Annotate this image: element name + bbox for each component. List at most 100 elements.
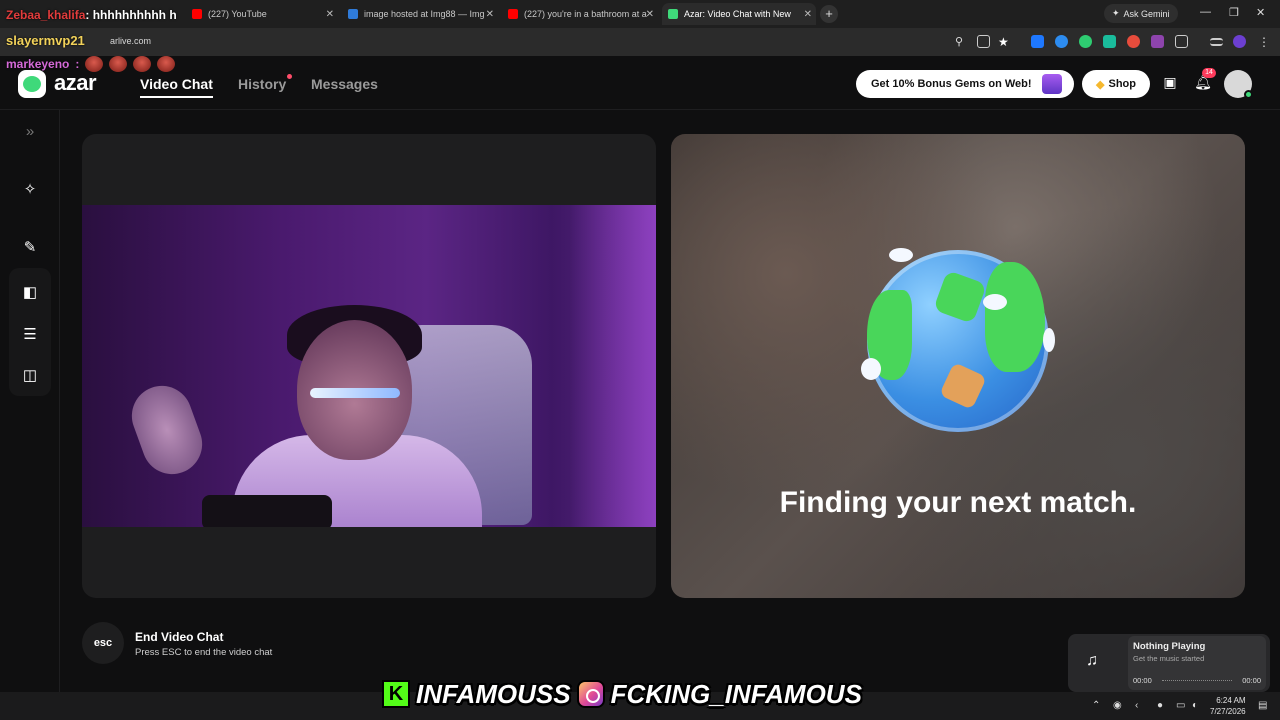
nav-video-chat[interactable]: Video Chat <box>140 76 213 98</box>
azar-logo-icon[interactable] <box>18 70 46 98</box>
tab-label: image hosted at Img88 — Img <box>364 9 485 19</box>
chat-username: markeyeno <box>6 57 70 71</box>
extension-icon[interactable] <box>1151 35 1164 48</box>
nav-messages[interactable]: Messages <box>311 76 378 92</box>
clock-time: 6:24 AM <box>1216 696 1246 705</box>
gift-icon <box>1042 74 1062 94</box>
close-icon[interactable]: ✕ <box>804 9 812 20</box>
magic-wand-icon[interactable]: ✧ <box>20 180 40 200</box>
layout-grid-icon[interactable]: ◫ <box>20 366 40 386</box>
img88-icon <box>348 9 358 19</box>
azar-icon <box>668 9 678 19</box>
now-playing-card[interactable]: Nothing Playing Get the music started 00… <box>1128 636 1266 690</box>
tray-chevron-icon[interactable]: ⌃ <box>1092 700 1100 711</box>
gemini-icon: ✦ <box>1112 8 1120 18</box>
address-bar: arlive.com ⚲ ★ ⋮ <box>0 28 1280 56</box>
extension-icon[interactable] <box>1079 35 1092 48</box>
nav-history[interactable]: History <box>238 74 293 92</box>
kick-icon: K <box>382 680 410 708</box>
end-video-chat-title: End Video Chat <box>135 630 224 644</box>
puzzle-icon[interactable] <box>1175 35 1188 48</box>
edit-icon[interactable]: ✎ <box>20 238 40 258</box>
extension-icon[interactable] <box>1031 35 1044 48</box>
emote-icon <box>133 56 152 72</box>
expand-sidebar-icon[interactable]: » <box>20 122 40 142</box>
end-video-chat-hint: Press ESC to end the video chat <box>135 647 273 658</box>
discord-icon[interactable]: ◉ <box>1113 700 1122 711</box>
chat-message: Zebaa_khalifa: hhhhhhhhhh h <box>6 8 177 22</box>
close-icon[interactable]: ✕ <box>326 9 334 20</box>
tab-azar[interactable]: Azar: Video Chat with New ✕ <box>662 3 816 25</box>
mic-icon[interactable]: ● <box>1157 700 1163 711</box>
close-icon[interactable]: ✕ <box>486 9 494 20</box>
close-icon[interactable]: ✕ <box>646 9 654 20</box>
layout-stacked-icon[interactable]: ☰ <box>20 325 40 345</box>
webcam-feed <box>82 205 656 527</box>
instagram-icon <box>576 680 605 708</box>
system-clock[interactable]: 6:24 AM 7/27/2026 <box>1210 695 1246 717</box>
gemini-label: Ask Gemini <box>1123 8 1170 19</box>
star-icon[interactable]: ★ <box>998 35 1011 49</box>
youtube-icon <box>508 9 518 19</box>
chat-text: : <box>75 57 80 71</box>
instagram-handle: FCKING_INFAMOUS <box>610 678 862 709</box>
globe-icon <box>861 248 1055 432</box>
total-time: 00:00 <box>1242 676 1261 685</box>
chat-username: slayermvp21 <box>6 33 85 48</box>
app-header: azar Video Chat History Messages Get 10%… <box>0 56 1280 110</box>
maximize-icon[interactable]: ❐ <box>1229 6 1239 19</box>
tab-img88[interactable]: image hosted at Img88 — Img ✕ <box>342 3 498 25</box>
tab-label: Azar: Video Chat with New <box>684 9 791 19</box>
streamer-banner: K INFAMOUSS FCKING_INFAMOUS <box>382 677 862 711</box>
shop-label: Shop <box>1108 78 1136 90</box>
avatar[interactable] <box>1224 70 1253 99</box>
url-text[interactable]: arlive.com <box>110 36 151 46</box>
inbox-icon[interactable]: ▣ <box>1160 74 1180 94</box>
network-icon[interactable]: ▭ <box>1176 700 1185 711</box>
now-playing-title: Nothing Playing <box>1133 641 1206 652</box>
now-playing-subtitle: Get the music started <box>1133 654 1205 663</box>
tab-youtube-bathroom[interactable]: (227) you're in a bathroom at a ✕ <box>502 3 658 25</box>
azar-wordmark[interactable]: azar <box>54 70 97 96</box>
extension-icon[interactable] <box>1127 35 1140 48</box>
minimize-icon[interactable]: — <box>1200 6 1211 18</box>
partner-video-panel: Finding your next match. <box>671 134 1245 598</box>
bonus-gems-button[interactable]: Get 10% Bonus Gems on Web! <box>856 70 1074 98</box>
chat-username: Zebaa_khalifa <box>6 8 86 22</box>
extension-icon[interactable] <box>1103 35 1116 48</box>
tab-label: (227) YouTube <box>208 9 267 19</box>
elapsed-time: 00:00 <box>1133 676 1152 685</box>
media-widget: ♫ Nothing Playing Get the music started … <box>1068 634 1270 692</box>
menu-icon[interactable] <box>1210 38 1223 46</box>
emote-icon <box>85 56 104 72</box>
new-tab-button[interactable]: + <box>820 5 838 23</box>
nav-history-label: History <box>238 76 287 92</box>
chat-message: slayermvp21 <box>6 33 85 48</box>
shop-button[interactable]: ◆ Shop <box>1082 70 1150 98</box>
volume-icon[interactable]: ◐ <box>1192 700 1198 711</box>
chat-message: markeyeno: <box>6 56 176 72</box>
browser-tab-strip: (227) YouTube ✕ image hosted at Img88 — … <box>0 0 1280 28</box>
profile-icon[interactable] <box>1233 35 1246 48</box>
online-dot <box>1244 90 1253 99</box>
kick-handle: INFAMOUSS <box>416 678 571 709</box>
back-icon[interactable]: ‹ <box>1135 700 1138 711</box>
emote-icon <box>109 56 128 72</box>
layout-side-by-side-icon[interactable]: ◧ <box>20 283 40 303</box>
zoom-icon[interactable]: ⚲ <box>955 35 968 48</box>
notification-center-icon[interactable]: ▤ <box>1258 700 1267 711</box>
more-icon[interactable]: ⋮ <box>1258 35 1271 49</box>
clock-date: 7/27/2026 <box>1210 707 1246 716</box>
ask-gemini-button[interactable]: ✦ Ask Gemini <box>1104 4 1178 23</box>
progress-bar[interactable] <box>1162 680 1232 681</box>
gem-icon: ◆ <box>1096 78 1105 91</box>
self-video-panel <box>82 134 656 598</box>
install-icon[interactable] <box>977 35 990 48</box>
music-note-icon[interactable]: ♫ <box>1086 652 1098 670</box>
tab-youtube[interactable]: (227) YouTube ✕ <box>186 3 338 25</box>
layout-switcher: ◧ ☰ ◫ <box>9 268 51 396</box>
extension-icon[interactable] <box>1055 35 1068 48</box>
chat-text: : hhhhhhhhhh h <box>85 8 177 22</box>
window-close-icon[interactable]: ✕ <box>1256 6 1265 19</box>
esc-key-badge[interactable]: esc <box>82 622 124 664</box>
